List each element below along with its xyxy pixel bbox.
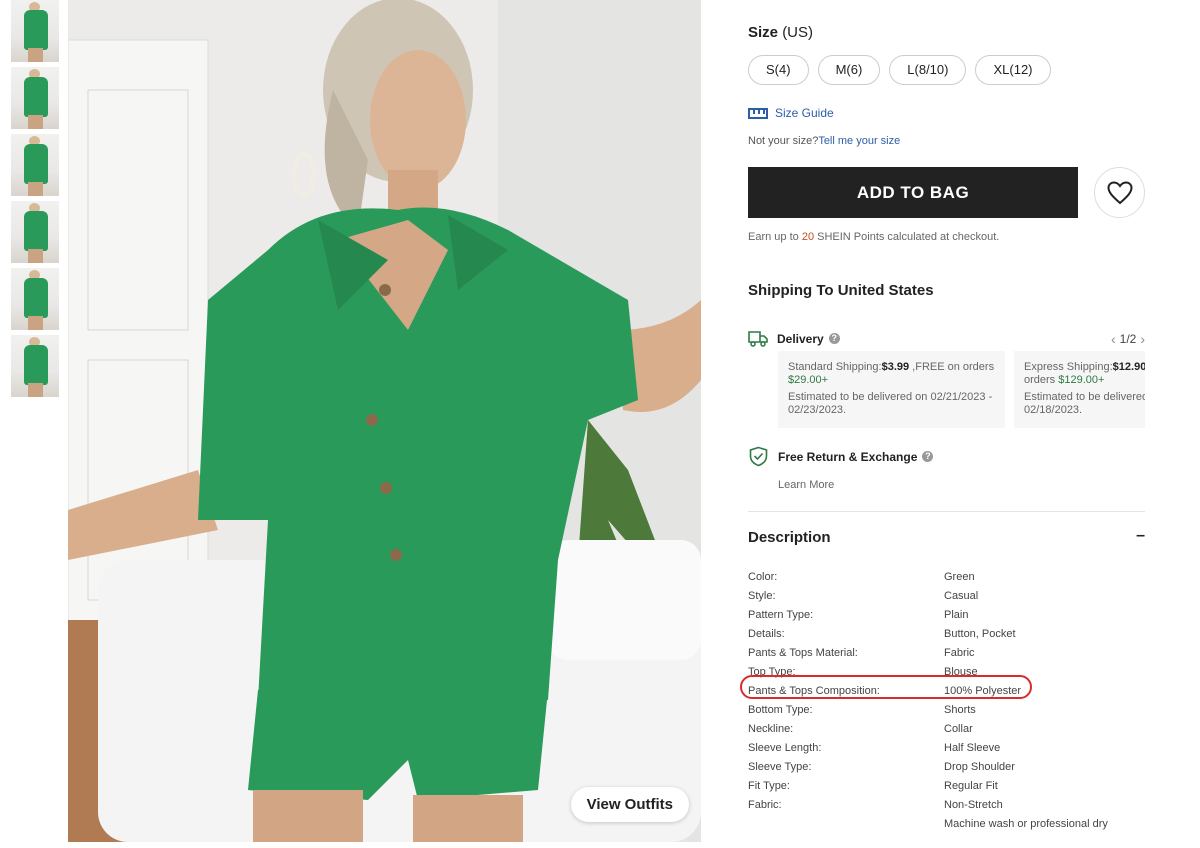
shipping-options: Standard Shipping:$3.99 ,FREE on orders … <box>778 351 1145 428</box>
description-row: Sleeve Type: Drop Shoulder <box>748 757 1148 776</box>
annotation-highlight-oval <box>740 675 1032 699</box>
description-key: Fabric: <box>748 798 782 811</box>
product-thumbnail[interactable] <box>11 134 59 196</box>
chevron-left-icon[interactable]: ‹ <box>1111 331 1116 347</box>
description-value: Regular Fit <box>944 779 998 792</box>
size-title: Size (US) <box>748 24 813 41</box>
description-value: Collar <box>944 722 973 735</box>
chevron-right-icon[interactable]: › <box>1140 331 1145 347</box>
shipping-title: Shipping To United States <box>748 282 934 299</box>
delivery-label: Delivery <box>777 331 824 346</box>
description-list: Color: Green Style: Casual Pattern Type: Plai… <box>748 567 1148 833</box>
truck-icon <box>748 331 768 347</box>
shipping-pager: ‹ 1/2 › <box>1111 331 1145 347</box>
description-value: Machine wash or professional dry <box>944 817 1108 830</box>
shipping-threshold: $129.00+ <box>1058 374 1105 386</box>
shipping-threshold: $29.00+ <box>788 374 829 386</box>
product-main-image[interactable]: View Outfits <box>68 0 701 842</box>
shipping-free-text: ,FREE on orders <box>909 361 995 373</box>
product-thumbnail[interactable] <box>11 335 59 397</box>
view-outfits-button[interactable]: View Outfits <box>570 787 689 822</box>
shipping-estimate: Estimated to be delivered on 02/16/2023 … <box>1024 391 1145 416</box>
help-icon[interactable]: ? <box>922 451 934 462</box>
description-value: Fabric <box>944 646 975 659</box>
description-row: Pattern Type: Plain <box>748 605 1148 624</box>
description-row: Fit Type: Regular Fit <box>748 776 1148 795</box>
description-key: Color: <box>748 570 778 583</box>
description-row: Pants & Tops Material: Fabric <box>748 643 1148 662</box>
description-key: Pants & Tops Material: <box>748 646 858 659</box>
description-value: Button, Pocket <box>944 627 1016 640</box>
description-row: Machine wash or professional dry <box>748 814 1148 833</box>
heart-icon <box>1106 180 1133 204</box>
size-options: S(4) M(6) L(8/10) XL(12) <box>748 55 1051 85</box>
wishlist-button[interactable] <box>1094 167 1145 218</box>
product-thumbnail[interactable] <box>11 0 59 62</box>
delivery-row: Delivery ? ‹ 1/2 › <box>748 330 1145 347</box>
description-key: Bottom Type: <box>748 703 813 716</box>
shipping-price: $3.99 <box>881 361 910 373</box>
product-thumbnail[interactable] <box>11 268 59 330</box>
shipping-option-card[interactable]: Express Shipping:$12.90 ,FREE on orders … <box>1014 351 1145 428</box>
description-row: Color: Green <box>748 567 1148 586</box>
earn-points-value: 20 <box>801 231 815 243</box>
description-value: Shorts <box>944 703 976 716</box>
size-guide-label: Size Guide <box>775 106 834 120</box>
description-key: Pattern Type: <box>748 608 814 621</box>
size-option-button[interactable]: M(6) <box>817 55 881 85</box>
size-title-label: Size <box>748 24 779 41</box>
size-guide-link[interactable]: Size Guide <box>748 106 834 120</box>
learn-more-link[interactable]: Learn More <box>778 479 834 491</box>
not-your-size: Not your size?Tell me your size <box>748 135 900 147</box>
description-value: Half Sleeve <box>944 741 1001 754</box>
shield-check-icon <box>749 446 768 467</box>
description-title: Description <box>748 529 831 546</box>
description-key: Sleeve Type: <box>748 760 812 773</box>
section-divider <box>748 511 1145 512</box>
product-thumbnail[interactable] <box>11 201 59 263</box>
earn-points-text: Earn up to 20 SHEIN Points calculated at… <box>748 231 999 243</box>
description-value: Green <box>944 570 975 583</box>
ruler-icon <box>748 107 768 119</box>
not-your-size-text: Not your size? <box>748 135 819 147</box>
description-row: Neckline: Collar <box>748 719 1148 738</box>
thumbnail-strip <box>11 0 59 402</box>
shipping-price-line: Standard Shipping:$3.99 ,FREE on orders … <box>788 361 995 387</box>
help-icon[interactable]: ? <box>828 333 840 344</box>
shipping-price: $12.90 <box>1112 361 1145 373</box>
description-value: Plain <box>944 608 969 621</box>
description-value: Drop Shoulder <box>944 760 1015 773</box>
free-return-row: Free Return & Exchange ? <box>748 446 934 467</box>
description-row: Details: Button, Pocket <box>748 624 1148 643</box>
shipping-price-line: Express Shipping:$12.90 ,FREE on orders … <box>1024 361 1145 387</box>
description-key: Details: <box>748 627 785 640</box>
description-key: Fit Type: <box>748 779 790 792</box>
collapse-minus-icon[interactable]: – <box>1136 527 1145 545</box>
shipping-method-label: Express Shipping: <box>1024 361 1113 373</box>
description-row: Sleeve Length: Half Sleeve <box>748 738 1148 757</box>
earn-prefix: Earn up to <box>748 231 802 243</box>
pager-text: 1/2 <box>1119 331 1137 346</box>
add-to-bag-button[interactable]: ADD TO BAG <box>748 167 1078 218</box>
earn-suffix: SHEIN Points calculated at checkout. <box>814 231 1000 243</box>
description-key: Sleeve Length: <box>748 741 822 754</box>
shipping-method-label: Standard Shipping: <box>788 361 882 373</box>
size-title-unit: (US) <box>782 24 814 41</box>
description-key: Style: <box>748 589 776 602</box>
description-value: Non-Stretch <box>944 798 1003 811</box>
shipping-estimate: Estimated to be delivered on 02/21/2023 … <box>788 391 993 416</box>
shipping-option-card[interactable]: Standard Shipping:$3.99 ,FREE on orders … <box>778 351 1005 428</box>
size-option-button[interactable]: XL(12) <box>975 55 1051 85</box>
free-return-label: Free Return & Exchange <box>778 449 918 464</box>
product-thumbnail[interactable] <box>11 67 59 129</box>
tell-me-size-link[interactable]: Tell me your size <box>818 135 900 147</box>
description-value: Casual <box>944 589 979 602</box>
model-photo <box>68 0 701 842</box>
size-option-button[interactable]: S(4) <box>748 55 809 85</box>
description-row: Fabric: Non-Stretch <box>748 795 1148 814</box>
description-key: Neckline: <box>748 722 794 735</box>
description-row: Style: Casual <box>748 586 1148 605</box>
size-option-button[interactable]: L(8/10) <box>889 55 967 85</box>
description-row: Bottom Type: Shorts <box>748 700 1148 719</box>
